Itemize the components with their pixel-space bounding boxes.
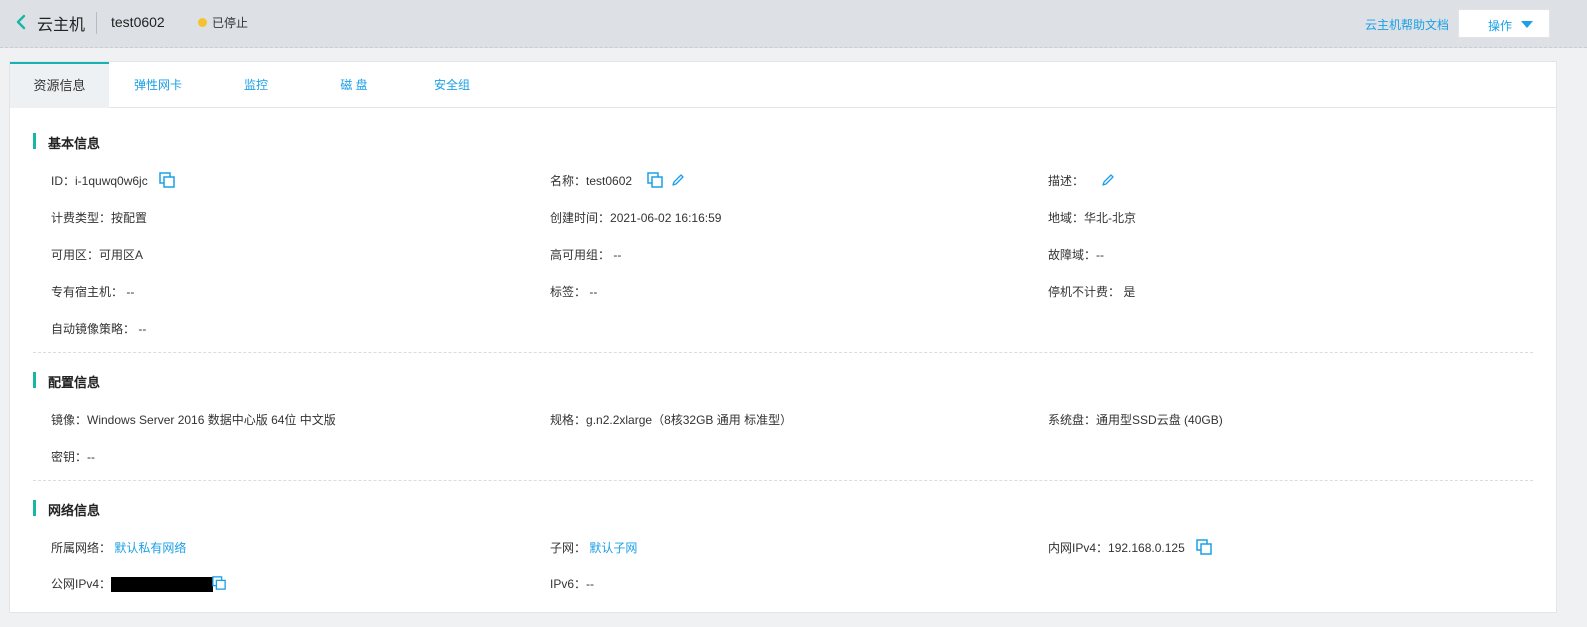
header-divider (96, 12, 97, 34)
field-spec: 规格：g.n2.2xlarge（8核32GB 通用 标准型） (550, 411, 792, 428)
section-divider (33, 352, 1533, 353)
tab-security-group[interactable]: 安全组 (403, 62, 501, 108)
field-name: 名称：test0602 (550, 172, 685, 191)
edit-pencil-icon[interactable] (671, 173, 685, 190)
public-ip-label: 公网IPv4： (51, 577, 112, 591)
field-image: 镜像：Windows Server 2016 数据中心版 64位 中文版 (51, 411, 336, 428)
field-availability-zone: 可用区：可用区A (51, 246, 143, 263)
key-value: -- (87, 450, 96, 464)
desc-label: 描述： (1048, 174, 1085, 188)
field-description: 描述： (1048, 172, 1115, 190)
az-value: 可用区A (99, 248, 144, 262)
field-ha-group: 高可用组： -- (550, 246, 621, 263)
caret-down-icon (1521, 21, 1533, 28)
snapshot-value: -- (138, 322, 147, 336)
snapshot-label: 自动镜像策略： (51, 322, 136, 336)
edit-pencil-icon[interactable] (1101, 173, 1115, 190)
id-label: ID： (51, 174, 76, 188)
section-divider (33, 480, 1533, 481)
copy-icon[interactable] (1196, 539, 1212, 558)
detail-panel: 资源信息 弹性网卡 监控 磁 盘 安全组 基本信息 ID：i-1quwq0w6j… (9, 61, 1557, 613)
field-ipv6: IPv6：-- (550, 575, 594, 592)
section-title-basic: 基本信息 (48, 136, 101, 151)
field-id: ID：i-1quwq0w6jc (51, 172, 175, 191)
field-fault-domain: 故障域：-- (1048, 246, 1104, 263)
vpc-link[interactable]: 默认私有网络 (114, 541, 186, 555)
field-system-disk: 系统盘：通用型SSD云盘 (40GB) (1048, 411, 1223, 428)
operations-dropdown-button[interactable]: 操作 (1458, 9, 1550, 38)
status-dot-icon (198, 18, 207, 27)
stop-bill-value: 是 (1123, 285, 1136, 299)
section-marker (33, 133, 36, 149)
status-badge: 已停止 (212, 16, 249, 30)
copy-icon[interactable] (647, 172, 664, 191)
name-value: test0602 (586, 174, 633, 188)
billing-label: 计费类型： (51, 211, 112, 225)
dedicated-label: 专有宿主机： (51, 285, 124, 299)
tab-monitoring[interactable]: 监控 (207, 62, 305, 108)
tab-resource-info[interactable]: 资源信息 (10, 62, 109, 108)
ipv6-value: -- (586, 577, 595, 591)
az-label: 可用区： (51, 248, 100, 262)
tab-disk[interactable]: 磁 盘 (305, 62, 403, 108)
field-created: 创建时间：2021-06-02 16:16:59 (550, 209, 721, 226)
section-marker (33, 500, 36, 516)
operations-label: 操作 (1488, 19, 1513, 33)
field-billing: 计费类型：按配置 (51, 209, 147, 226)
vpc-label: 所属网络： (51, 541, 112, 555)
field-region: 地域：华北-北京 (1048, 209, 1136, 226)
dedicated-value: -- (126, 285, 135, 299)
region-value: 华北-北京 (1084, 211, 1137, 225)
section-title-network: 网络信息 (48, 503, 101, 518)
image-value: Windows Server 2016 数据中心版 64位 中文版 (87, 413, 336, 427)
back-arrow-icon[interactable] (14, 13, 28, 31)
page-title: 云主机 (37, 17, 86, 34)
id-value: i-1quwq0w6jc (75, 174, 148, 188)
tag-label: 标签： (550, 285, 587, 299)
top-header: 云主机 test0602 已停止 云主机帮助文档 操作 (0, 0, 1587, 48)
field-tags: 标签： -- (550, 283, 597, 300)
private-ip-label: 内网IPv4： (1048, 541, 1109, 555)
sysdisk-label: 系统盘： (1048, 413, 1097, 427)
instance-name: test0602 (111, 14, 165, 30)
field-auto-snapshot: 自动镜像策略： -- (51, 320, 146, 337)
private-ip-value: 192.168.0.125 (1108, 541, 1185, 555)
stop-bill-label: 停机不计费： (1048, 285, 1121, 299)
created-label: 创建时间： (550, 211, 611, 225)
region-label: 地域： (1048, 211, 1085, 225)
section-title-config: 配置信息 (48, 375, 101, 390)
tag-value: -- (589, 285, 598, 299)
subnet-link[interactable]: 默认子网 (589, 541, 637, 555)
billing-value: 按配置 (111, 211, 148, 225)
field-stop-no-charge: 停机不计费： 是 (1048, 283, 1135, 300)
field-public-ipv4: 公网IPv4： (51, 575, 227, 593)
help-doc-link[interactable]: 云主机帮助文档 (1365, 16, 1449, 33)
sysdisk-value: 通用型SSD云盘 (40GB) (1096, 413, 1223, 427)
redacted-public-ip (111, 577, 214, 593)
created-value: 2021-06-02 16:16:59 (610, 211, 722, 225)
fault-value: -- (1096, 248, 1105, 262)
name-label: 名称： (550, 174, 587, 188)
ha-label: 高可用组： (550, 248, 611, 262)
spec-label: 规格： (550, 413, 587, 427)
field-private-ipv4: 内网IPv4：192.168.0.125 (1048, 539, 1212, 558)
field-dedicated-host: 专有宿主机： -- (51, 283, 134, 300)
section-marker (33, 372, 36, 388)
copy-icon[interactable] (159, 172, 175, 191)
fault-label: 故障域： (1048, 248, 1097, 262)
field-subnet: 子网： 默认子网 (550, 539, 637, 556)
key-label: 密钥： (51, 450, 88, 464)
ipv6-label: IPv6： (550, 577, 587, 591)
copy-icon[interactable] (212, 576, 227, 593)
image-label: 镜像： (51, 413, 88, 427)
ha-value: -- (613, 248, 622, 262)
subnet-label: 子网： (550, 541, 587, 555)
field-vpc: 所属网络： 默认私有网络 (51, 539, 186, 556)
spec-value: g.n2.2xlarge（8核32GB 通用 标准型） (586, 413, 793, 427)
field-key: 密钥：-- (51, 448, 95, 465)
tab-elastic-nic[interactable]: 弹性网卡 (109, 62, 207, 108)
tab-bar: 资源信息 弹性网卡 监控 磁 盘 安全组 (10, 62, 1556, 108)
